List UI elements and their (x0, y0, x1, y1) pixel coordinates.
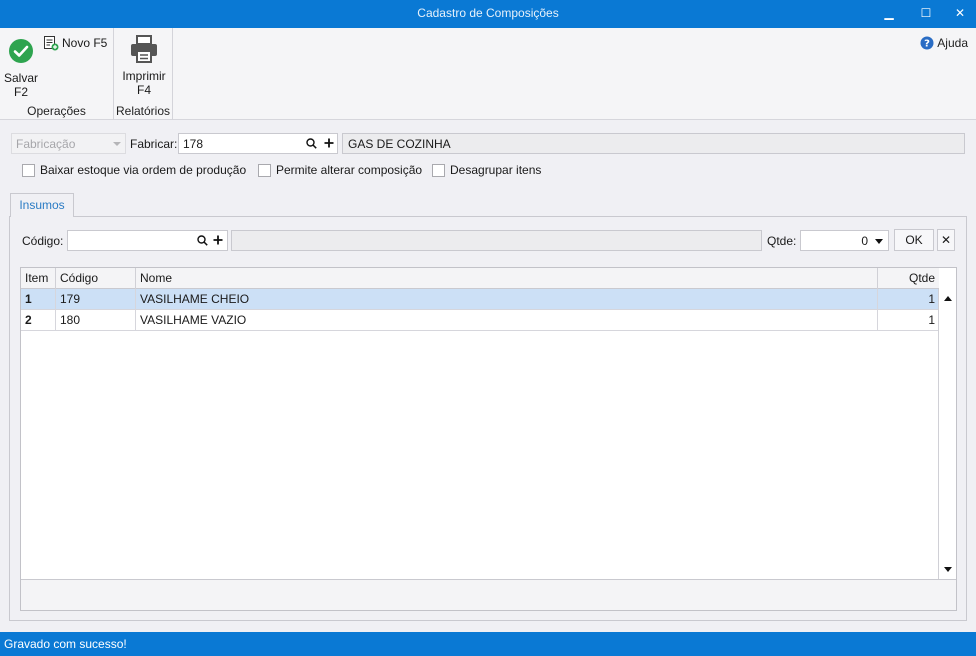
window-title: Cadastro de Composições (417, 6, 559, 20)
cell-codigo: 180 (56, 310, 136, 331)
checkbox-baixar-estoque[interactable]: Baixar estoque via ordem de produção (22, 163, 246, 177)
close-icon: ✕ (954, 6, 966, 20)
grid-header: Item Código Nome Qtde (21, 268, 939, 289)
cell-qtde: 1 (928, 292, 935, 306)
save-button[interactable]: Salvar F2 (2, 36, 40, 99)
plus-icon[interactable] (213, 235, 223, 245)
codigo-label: Código: (22, 234, 64, 248)
maximize-button[interactable]: ☐ (915, 3, 937, 23)
print-shortcut: F4 (136, 83, 151, 97)
chevron-down-icon[interactable] (875, 239, 883, 244)
cell-item: 1 (21, 289, 56, 310)
checkbox-label: Permite alterar composição (276, 163, 423, 177)
fabricar-label: Fabricar: (130, 137, 178, 151)
cell-qtde: 1 (928, 313, 935, 327)
checkbox-permite-alterar[interactable]: Permite alterar composição (258, 163, 422, 177)
fabricar-name-field: GAS DE COZINHA (342, 133, 965, 154)
minimize-icon: ▁ (884, 6, 894, 20)
vertical-scrollbar[interactable] (938, 289, 956, 579)
save-shortcut: F2 (13, 85, 28, 99)
help-icon: ? (920, 36, 934, 50)
new-label: Novo F5 (62, 36, 108, 50)
ok-button[interactable]: OK (894, 229, 934, 251)
insumo-name-field (231, 230, 762, 251)
group-label-operacoes: Operações (27, 104, 86, 118)
column-header-nome[interactable]: Nome (136, 268, 878, 289)
ok-label: OK (905, 233, 923, 247)
column-header-codigo[interactable]: Código (56, 268, 136, 289)
cell-nome: VASILHAME CHEIO (136, 289, 878, 310)
cell-codigo: 179 (56, 289, 136, 310)
cell-nome: VASILHAME VAZIO (136, 310, 878, 331)
clear-button[interactable]: ✕ (937, 229, 955, 251)
maximize-icon: ☐ (920, 6, 932, 20)
ribbon-group-relatorios: Imprimir F4 Relatórios (114, 28, 173, 120)
qtde-value: 0 (861, 234, 868, 248)
tab-label: Insumos (19, 198, 65, 212)
minimize-button[interactable]: ▁ (878, 3, 900, 23)
search-icon[interactable] (306, 138, 317, 149)
svg-text:?: ? (924, 39, 930, 50)
chevron-down-icon (113, 142, 121, 146)
fabricar-name-value: GAS DE COZINHA (348, 137, 451, 151)
checkbox-label: Desagrupar itens (450, 163, 542, 177)
checkbox-desagrupar[interactable]: Desagrupar itens (432, 163, 541, 177)
insumos-grid: Item Código Nome Qtde 1 179 VASILHAME CH… (20, 267, 957, 611)
cell-item: 2 (21, 310, 56, 331)
checkbox-box[interactable] (258, 163, 271, 177)
close-icon: ✕ (940, 233, 952, 247)
column-header-item[interactable]: Item (21, 268, 56, 289)
close-button[interactable]: ✕ (949, 3, 971, 23)
type-select-value: Fabricação (16, 137, 76, 151)
ribbon: Salvar F2 Novo F5 Operações Imprimir F4 … (0, 28, 976, 120)
column-header-qtde[interactable]: Qtde (878, 268, 939, 289)
grid-footer (21, 579, 956, 610)
title-bar: Cadastro de Composições ▁ ☐ ✕ (0, 0, 976, 28)
table-row[interactable]: 2 180 VASILHAME VAZIO 1 (21, 310, 939, 331)
help-label: Ajuda (937, 36, 968, 50)
checkbox-box[interactable] (432, 163, 445, 177)
table-row[interactable]: 1 179 VASILHAME CHEIO 1 (21, 289, 939, 310)
printer-icon (131, 35, 157, 63)
checkmark-icon (9, 39, 33, 63)
search-icon[interactable] (197, 235, 208, 246)
fabricar-code-value: 178 (183, 137, 204, 151)
group-label-relatorios: Relatórios (115, 104, 171, 118)
qtde-label: Qtde: (767, 234, 797, 248)
plus-icon[interactable] (324, 138, 334, 148)
scroll-up-icon[interactable] (944, 296, 952, 301)
print-label: Imprimir (122, 69, 166, 83)
scroll-down-icon[interactable] (944, 567, 952, 572)
qtde-input[interactable]: 0 (800, 230, 889, 251)
ribbon-group-operacoes: Salvar F2 Novo F5 Operações (0, 28, 114, 120)
save-label: Salvar (3, 71, 38, 85)
print-button[interactable]: Imprimir F4 (118, 34, 170, 97)
new-button[interactable]: Novo F5 (43, 35, 111, 51)
status-message: Gravado com sucesso! (4, 637, 127, 651)
new-document-icon (44, 36, 59, 51)
help-button[interactable]: ? Ajuda (920, 36, 968, 50)
checkbox-box[interactable] (22, 163, 35, 177)
type-select[interactable]: Fabricação (11, 133, 126, 154)
status-bar: Gravado com sucesso! (0, 632, 976, 656)
tab-insumos[interactable]: Insumos (10, 193, 74, 217)
checkbox-label: Baixar estoque via ordem de produção (40, 163, 247, 177)
